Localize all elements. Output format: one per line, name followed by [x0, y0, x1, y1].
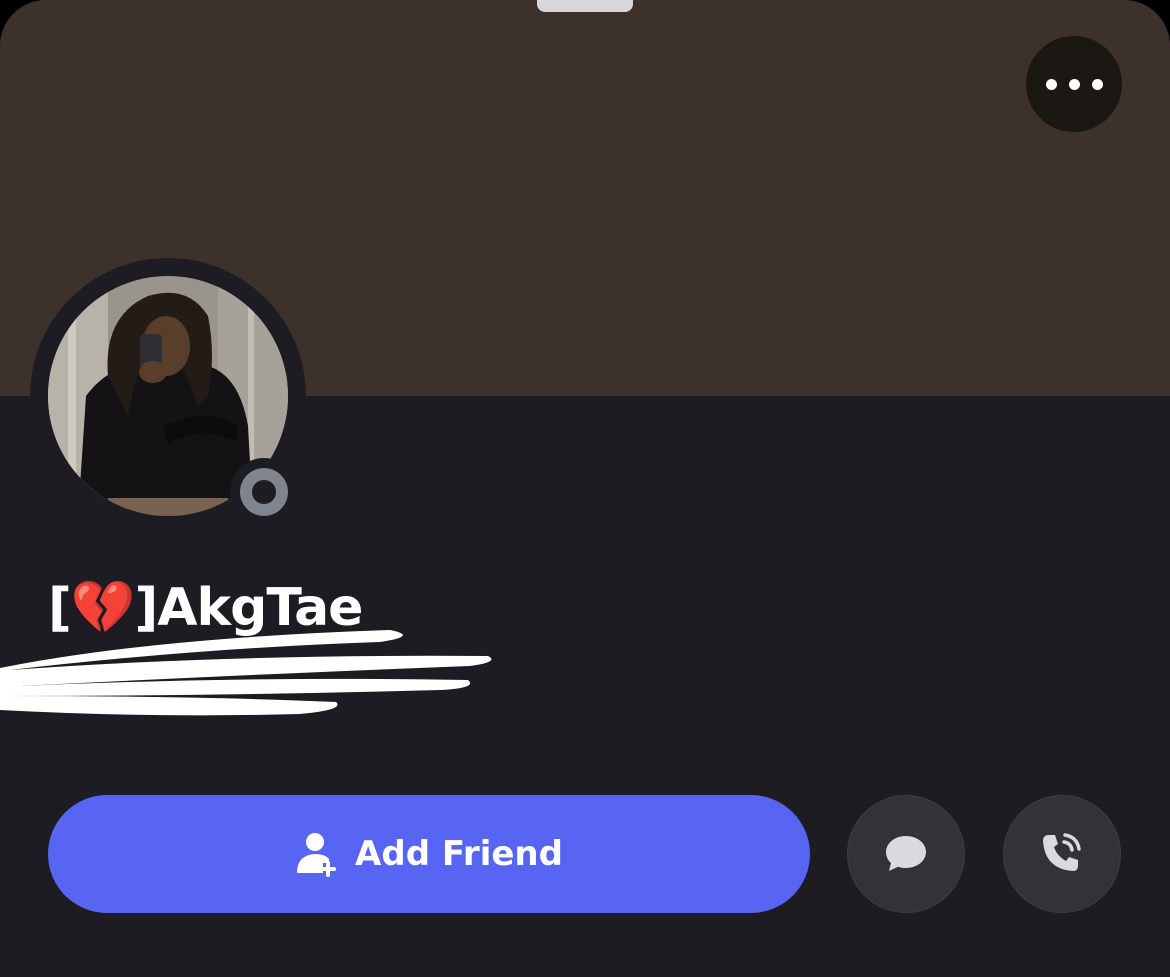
phone-call-icon — [1043, 833, 1081, 871]
redaction-scribble — [0, 630, 492, 716]
more-icon-dot — [1091, 78, 1103, 90]
add-friend-icon — [297, 833, 337, 877]
status-indicator-hole — [252, 480, 276, 504]
profile-sheet: [💔]AkgTae Add Friend — [0, 0, 1170, 977]
more-icon-dot — [1045, 78, 1057, 90]
add-friend-button[interactable]: Add Friend — [48, 795, 810, 913]
voice-call-button[interactable] — [1003, 795, 1121, 913]
more-icon-dot — [1068, 78, 1080, 90]
status-offline-icon — [240, 468, 288, 516]
chat-bubble-icon — [886, 836, 926, 871]
send-message-button[interactable] — [847, 795, 965, 913]
add-friend-label: Add Friend — [355, 834, 563, 874]
more-options-button[interactable] — [1026, 36, 1122, 132]
sheet-drag-handle[interactable] — [537, 0, 633, 12]
